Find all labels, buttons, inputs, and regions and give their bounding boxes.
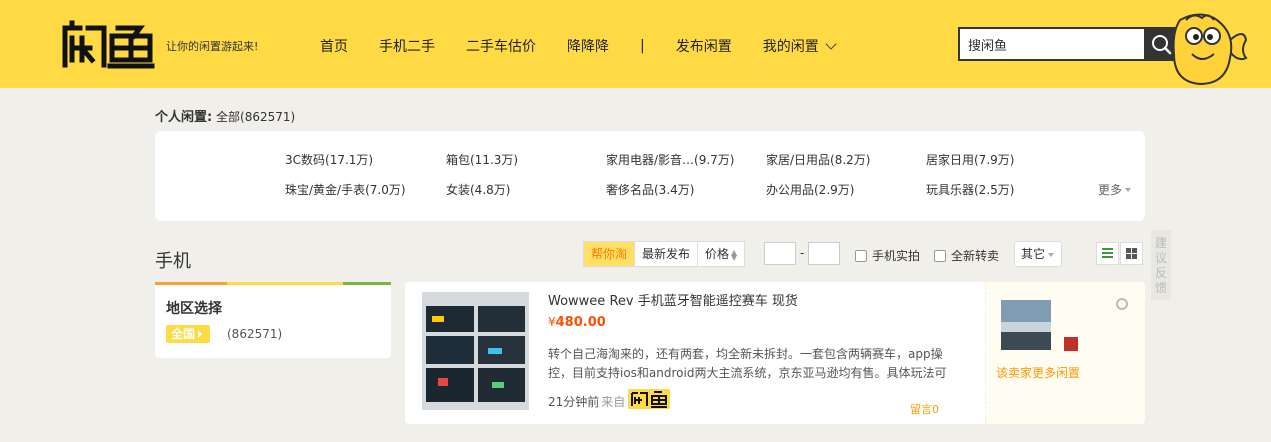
category-link[interactable]: 女装(4.8万): [446, 181, 510, 198]
fish-mascot-icon: [1172, 13, 1248, 86]
item-thumbnail[interactable]: [422, 292, 529, 410]
price-value: 480.00: [555, 315, 606, 330]
category-link[interactable]: 珠宝/黄金/手表(7.0万): [285, 181, 406, 198]
sort-price-button[interactable]: 价格 ▲ ▼: [698, 242, 744, 266]
brand-new-checkbox[interactable]: 全新转卖: [934, 247, 999, 264]
item-from-label: 来自: [601, 395, 626, 409]
currency-symbol: ¥: [548, 315, 556, 329]
min-price-input[interactable]: [764, 242, 796, 265]
nav-car-valuation[interactable]: 二手车估价: [466, 36, 536, 56]
category-panel: 3C数码(17.1万) 箱包(11.3万) 家用电器/影音…(9.7万) 家居/…: [155, 131, 1145, 221]
real-photo-checkbox[interactable]: 手机实拍: [855, 247, 920, 264]
category-link[interactable]: 居家日用(7.9万): [926, 151, 1014, 168]
caret-down-icon: [1048, 253, 1054, 257]
list-view-icon: [1102, 248, 1113, 258]
nav-price-drop[interactable]: 降降降: [567, 36, 609, 56]
grid-view-button[interactable]: [1120, 242, 1143, 265]
xianyu-logo[interactable]: [60, 20, 156, 70]
comments-link[interactable]: 留言0: [910, 401, 939, 417]
category-link[interactable]: 家居/日用品(8.2万): [766, 151, 871, 168]
gear-icon[interactable]: [1116, 298, 1128, 310]
nav-my-items-label: 我的闲置: [762, 39, 819, 55]
max-price-input[interactable]: [808, 242, 840, 265]
seller-avatar[interactable]: [1001, 300, 1051, 350]
sort-newest-button[interactable]: 最新发布: [635, 242, 699, 266]
region-count: (862571): [227, 327, 283, 341]
nav-separator: |: [640, 38, 645, 54]
region-color-bar: [155, 282, 391, 285]
item-title[interactable]: Wowwee Rev 手机蓝牙智能遥控赛车 现货: [548, 290, 798, 309]
item-time: 21分钟前 来自: [548, 393, 625, 410]
main-nav: 首页 手机二手 二手车估价 降降降 | 发布闲置 我的闲置: [320, 36, 866, 56]
search-input[interactable]: [958, 27, 1144, 61]
list-view-button[interactable]: [1096, 242, 1119, 265]
chevron-down-icon: [825, 38, 837, 50]
sort-group: 帮你淘 最新发布 价格 ▲ ▼: [583, 241, 746, 267]
breadcrumb-label: 个人闲置: [155, 110, 208, 125]
sort-price-label: 价格: [705, 247, 730, 261]
other-filter-dropdown[interactable]: 其它: [1014, 241, 1062, 267]
nav-second-hand-phones[interactable]: 手机二手: [379, 36, 435, 56]
nav-home[interactable]: 首页: [320, 36, 348, 56]
checkbox-label: 全新转卖: [951, 249, 1000, 263]
category-link[interactable]: 玩具乐器(2.5万): [926, 181, 1014, 198]
category-link[interactable]: 办公用品(2.9万): [766, 181, 854, 198]
avatar-image: [1001, 300, 1051, 350]
item-card: Wowwee Rev 手机蓝牙智能遥控赛车 现货 ¥480.00 转个自己海淘来…: [405, 282, 1145, 424]
category-link[interactable]: 3C数码(17.1万): [285, 151, 373, 168]
nav-publish[interactable]: 发布闲置: [676, 36, 732, 56]
seller-more-items-link[interactable]: 该卖家更多闲置: [996, 364, 1080, 381]
item-description: 转个自己海淘来的，还有两套，均全新未拆封。一套包含两辆赛车，app操控，目前支持…: [548, 347, 947, 380]
sort-arrows-icon: ▲ ▼: [731, 247, 738, 262]
item-image: [422, 292, 529, 410]
breadcrumb-all[interactable]: 全部(862571): [216, 110, 295, 124]
section-title: 手机: [155, 251, 191, 272]
nav-my-items[interactable]: 我的闲置: [762, 36, 837, 56]
checkbox-icon: [934, 249, 946, 262]
breadcrumb-colon: :: [207, 110, 213, 125]
xianyu-source-logo: [628, 389, 670, 409]
breadcrumb: 个人闲置: 全部(862571): [155, 106, 295, 125]
more-categories-button[interactable]: 更多: [1098, 181, 1132, 198]
time-value: 21分钟前: [548, 395, 600, 409]
category-link[interactable]: 家用电器/影音…(9.7万): [606, 151, 735, 168]
grid-view-icon: [1126, 248, 1137, 259]
seller-badge-icon: [1064, 337, 1078, 351]
caret-right-icon: [198, 330, 203, 338]
seller-panel: 该卖家更多闲置: [985, 282, 1145, 424]
item-price: ¥480.00: [548, 315, 606, 330]
price-dash: -: [800, 246, 805, 260]
category-link[interactable]: 箱包(11.3万): [446, 151, 518, 168]
feedback-button[interactable]: 建议反馈: [1151, 230, 1171, 300]
more-label: 更多: [1098, 183, 1123, 197]
checkbox-icon: [855, 249, 867, 262]
caret-down-icon: [1125, 188, 1132, 192]
category-link[interactable]: 奢侈名品(3.4万): [606, 181, 694, 198]
checkbox-label: 手机实拍: [872, 249, 921, 263]
other-filter-label: 其它: [1021, 247, 1046, 261]
slogan: 让你的闲置游起来!: [166, 40, 259, 53]
region-title: 地区选择: [166, 301, 222, 317]
sort-recommended-button[interactable]: 帮你淘: [584, 242, 636, 266]
header: 让你的闲置游起来! 首页 手机二手 二手车估价 降降降 | 发布闲置 我的闲置: [0, 0, 1271, 88]
region-tag-nationwide[interactable]: 全国: [166, 325, 211, 343]
region-tag-label: 全国: [171, 327, 196, 341]
region-panel: 地区选择 全国 (862571): [155, 282, 391, 358]
